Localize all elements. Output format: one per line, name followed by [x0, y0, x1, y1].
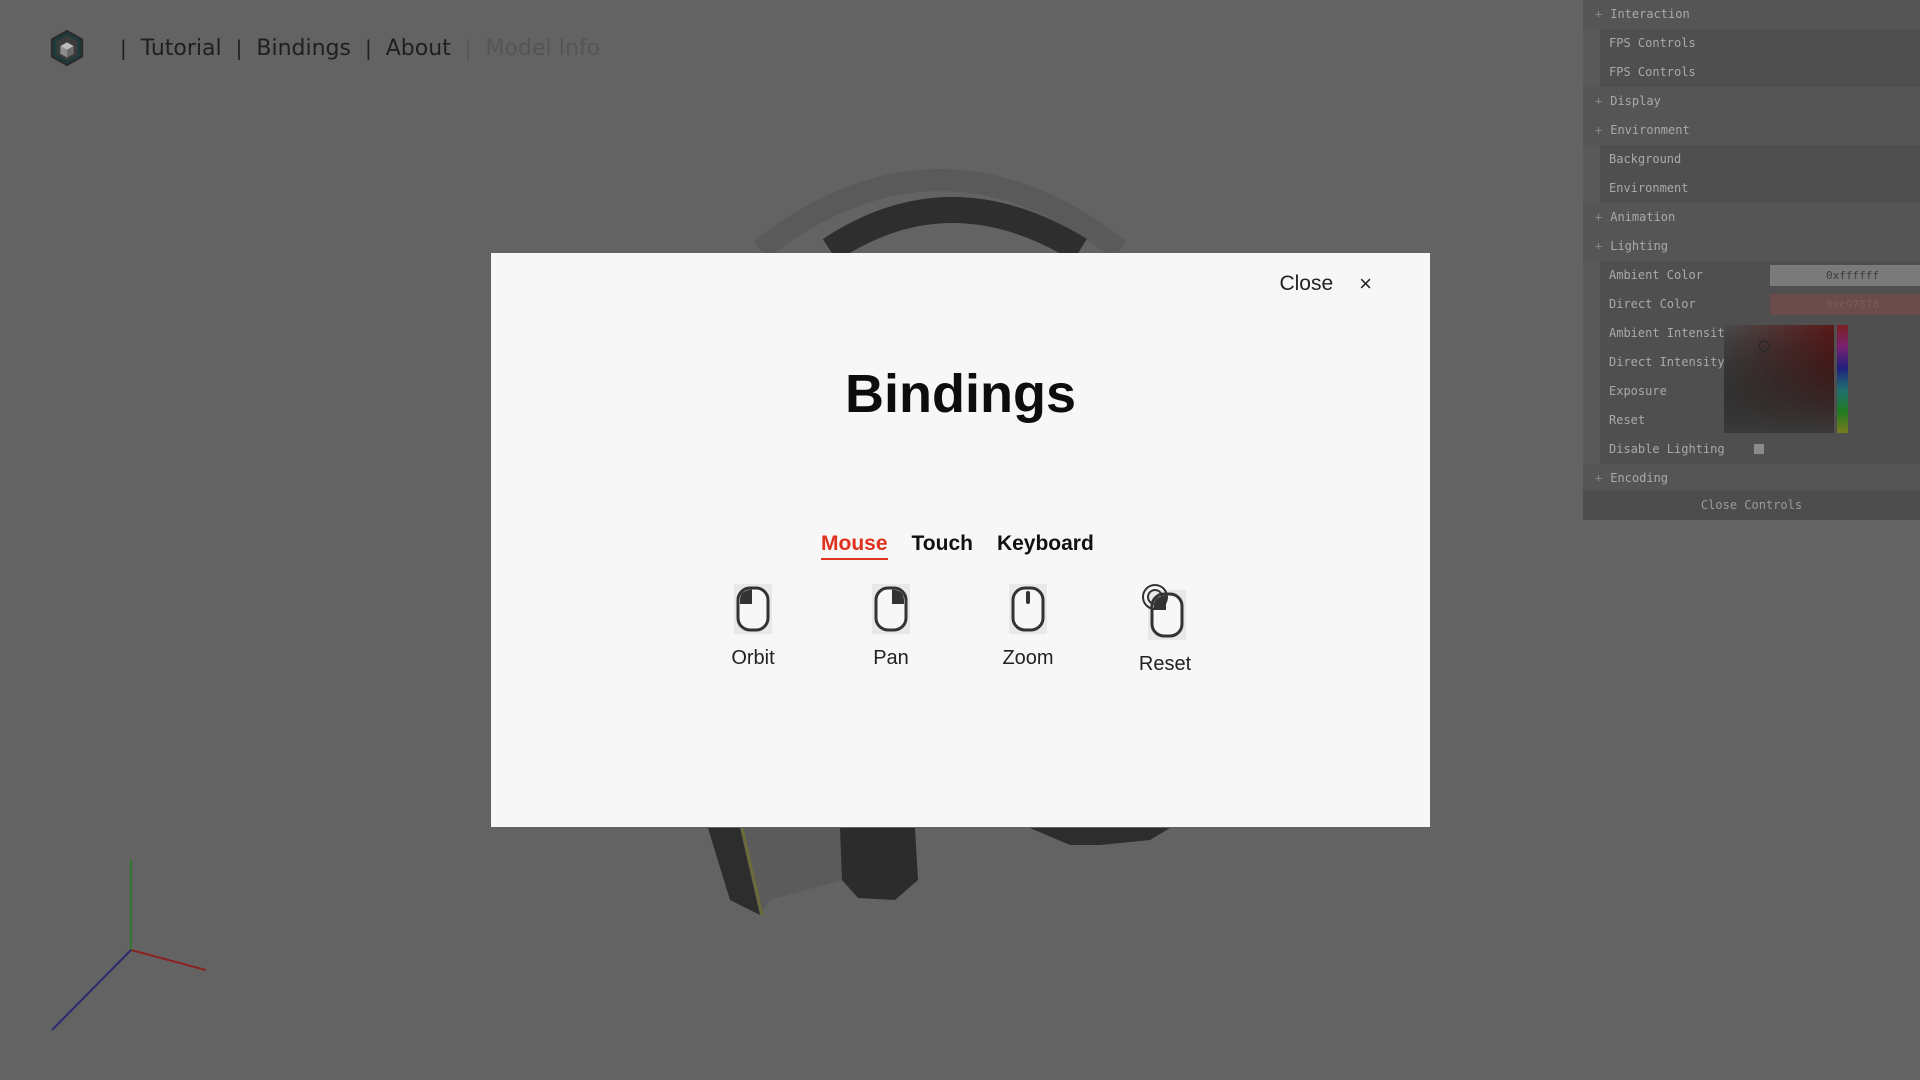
binding-list: Orbit Pan Zoom Reset — [491, 583, 1430, 693]
color-picker[interactable] — [1723, 324, 1849, 434]
panel-item-ambient-color[interactable]: Ambient Color 0xffffff — [1583, 261, 1920, 290]
close-controls-button[interactable]: Close Controls — [1583, 491, 1920, 520]
close-icon: × — [1359, 271, 1372, 296]
app-logo-icon[interactable] — [48, 29, 86, 67]
panel-row-label: Ambient Color — [1609, 268, 1703, 282]
nav-item-about[interactable]: | About — [351, 36, 451, 61]
nav-about-label: About — [385, 35, 451, 61]
binding-label: Reset — [1138, 653, 1192, 675]
nav-item-bindings[interactable]: | Bindings — [222, 36, 351, 61]
panel-folder-encoding[interactable]: + Encoding — [1583, 464, 1920, 493]
panel-item-environment[interactable]: Environment — [1583, 174, 1920, 203]
close-modal-button[interactable]: Close × — [1279, 271, 1372, 297]
tab-touch[interactable]: Touch — [912, 532, 973, 560]
panel-row-label: FPS Controls — [1609, 36, 1696, 50]
binding-label: Orbit — [731, 647, 775, 669]
panel-row-label: Environment — [1609, 181, 1689, 195]
panel-folder-interaction[interactable]: + Interaction — [1583, 0, 1920, 29]
panel-row-label: Ambient Intensity — [1609, 326, 1732, 340]
axis-z — [51, 949, 132, 1031]
hue-slider[interactable] — [1837, 325, 1848, 433]
expand-icon: + — [1595, 210, 1603, 224]
mouse-right-icon — [872, 584, 910, 634]
ambient-color-input[interactable]: 0xffffff — [1770, 265, 1920, 286]
panel-folder-display[interactable]: + Display — [1583, 87, 1920, 116]
controls-panel: + Interaction FPS Controls FPS Controls +… — [1583, 0, 1920, 520]
panel-row-label: Lighting — [1610, 239, 1669, 253]
nav-model-info-label: Model Info — [485, 35, 601, 61]
mouse-double-click-icon — [1142, 584, 1186, 640]
modal-title: Bindings — [845, 364, 1076, 424]
panel-row-label: Reset — [1609, 413, 1646, 427]
nav-separator: | — [464, 36, 472, 60]
disable-lighting-checkbox[interactable] — [1754, 444, 1764, 454]
nav-separator: | — [120, 36, 127, 60]
nav-bindings-label: Bindings — [256, 35, 351, 61]
panel-row-label: Direct Color — [1609, 297, 1696, 311]
panel-item-direct-color[interactable]: Direct Color 0xc97878 — [1583, 290, 1920, 319]
direct-color-input[interactable]: 0xc97878 — [1770, 294, 1920, 315]
binding-orbit: Orbit — [698, 583, 808, 670]
panel-row-label: Environment — [1610, 123, 1690, 137]
axis-x — [130, 949, 207, 971]
tab-mouse[interactable]: Mouse — [821, 532, 888, 560]
panel-folder-animation[interactable]: + Animation — [1583, 203, 1920, 232]
bindings-modal: Close × Bindings Mouse Touch Keyboard Or… — [491, 253, 1430, 827]
nav-tutorial-label: Tutorial — [140, 35, 222, 61]
mouse-wheel-icon — [1009, 584, 1047, 634]
tab-keyboard[interactable]: Keyboard — [997, 532, 1094, 560]
mouse-left-icon — [734, 584, 772, 634]
panel-row-label: Encoding — [1610, 471, 1669, 485]
panel-row-label: Disable Lighting — [1609, 442, 1725, 456]
nav-item-tutorial[interactable]: | Tutorial — [106, 36, 222, 61]
binding-label: Pan — [873, 647, 909, 669]
model-headband-inner — [822, 197, 1087, 262]
close-label: Close — [1279, 272, 1334, 295]
panel-item-fps-controls[interactable]: FPS Controls — [1583, 58, 1920, 87]
expand-icon: + — [1595, 94, 1603, 108]
close-controls-label: Close Controls — [1700, 498, 1803, 512]
panel-row-label: Display — [1610, 94, 1661, 108]
binding-zoom: Zoom — [973, 583, 1083, 670]
expand-icon: + — [1595, 471, 1603, 485]
bindings-tabs: Mouse Touch Keyboard — [821, 532, 1118, 560]
panel-row-label: FPS Controls — [1609, 65, 1696, 79]
expand-icon: + — [1595, 239, 1603, 253]
panel-item-fps-controls[interactable]: FPS Controls — [1583, 29, 1920, 58]
top-nav: | Tutorial | Bindings | About | Model In… — [48, 28, 600, 68]
panel-row-label: Exposure — [1609, 384, 1667, 398]
panel-row-label: Background — [1609, 152, 1682, 166]
panel-row-label: Animation — [1610, 210, 1676, 224]
nav-separator: | — [365, 36, 372, 60]
panel-item-background[interactable]: Background — [1583, 145, 1920, 174]
panel-row-label: Direct Intensity — [1609, 355, 1725, 369]
panel-row-label: Interaction — [1610, 7, 1690, 21]
expand-icon: + — [1595, 123, 1603, 137]
nav-separator: | — [235, 36, 243, 60]
panel-folder-lighting[interactable]: + Lighting — [1583, 232, 1920, 261]
expand-icon: + — [1595, 7, 1603, 21]
panel-item-disable-lighting[interactable]: Disable Lighting — [1583, 435, 1920, 464]
model-ear-cup-right — [1030, 828, 1170, 845]
panel-folder-environment[interactable]: + Environment — [1583, 116, 1920, 145]
binding-label: Zoom — [1002, 647, 1054, 669]
binding-reset: Reset — [1110, 583, 1220, 676]
nav-item-model-info[interactable]: | Model Info — [451, 36, 600, 61]
model-ear-cup-left-back — [840, 828, 918, 900]
binding-pan: Pan — [836, 583, 946, 670]
